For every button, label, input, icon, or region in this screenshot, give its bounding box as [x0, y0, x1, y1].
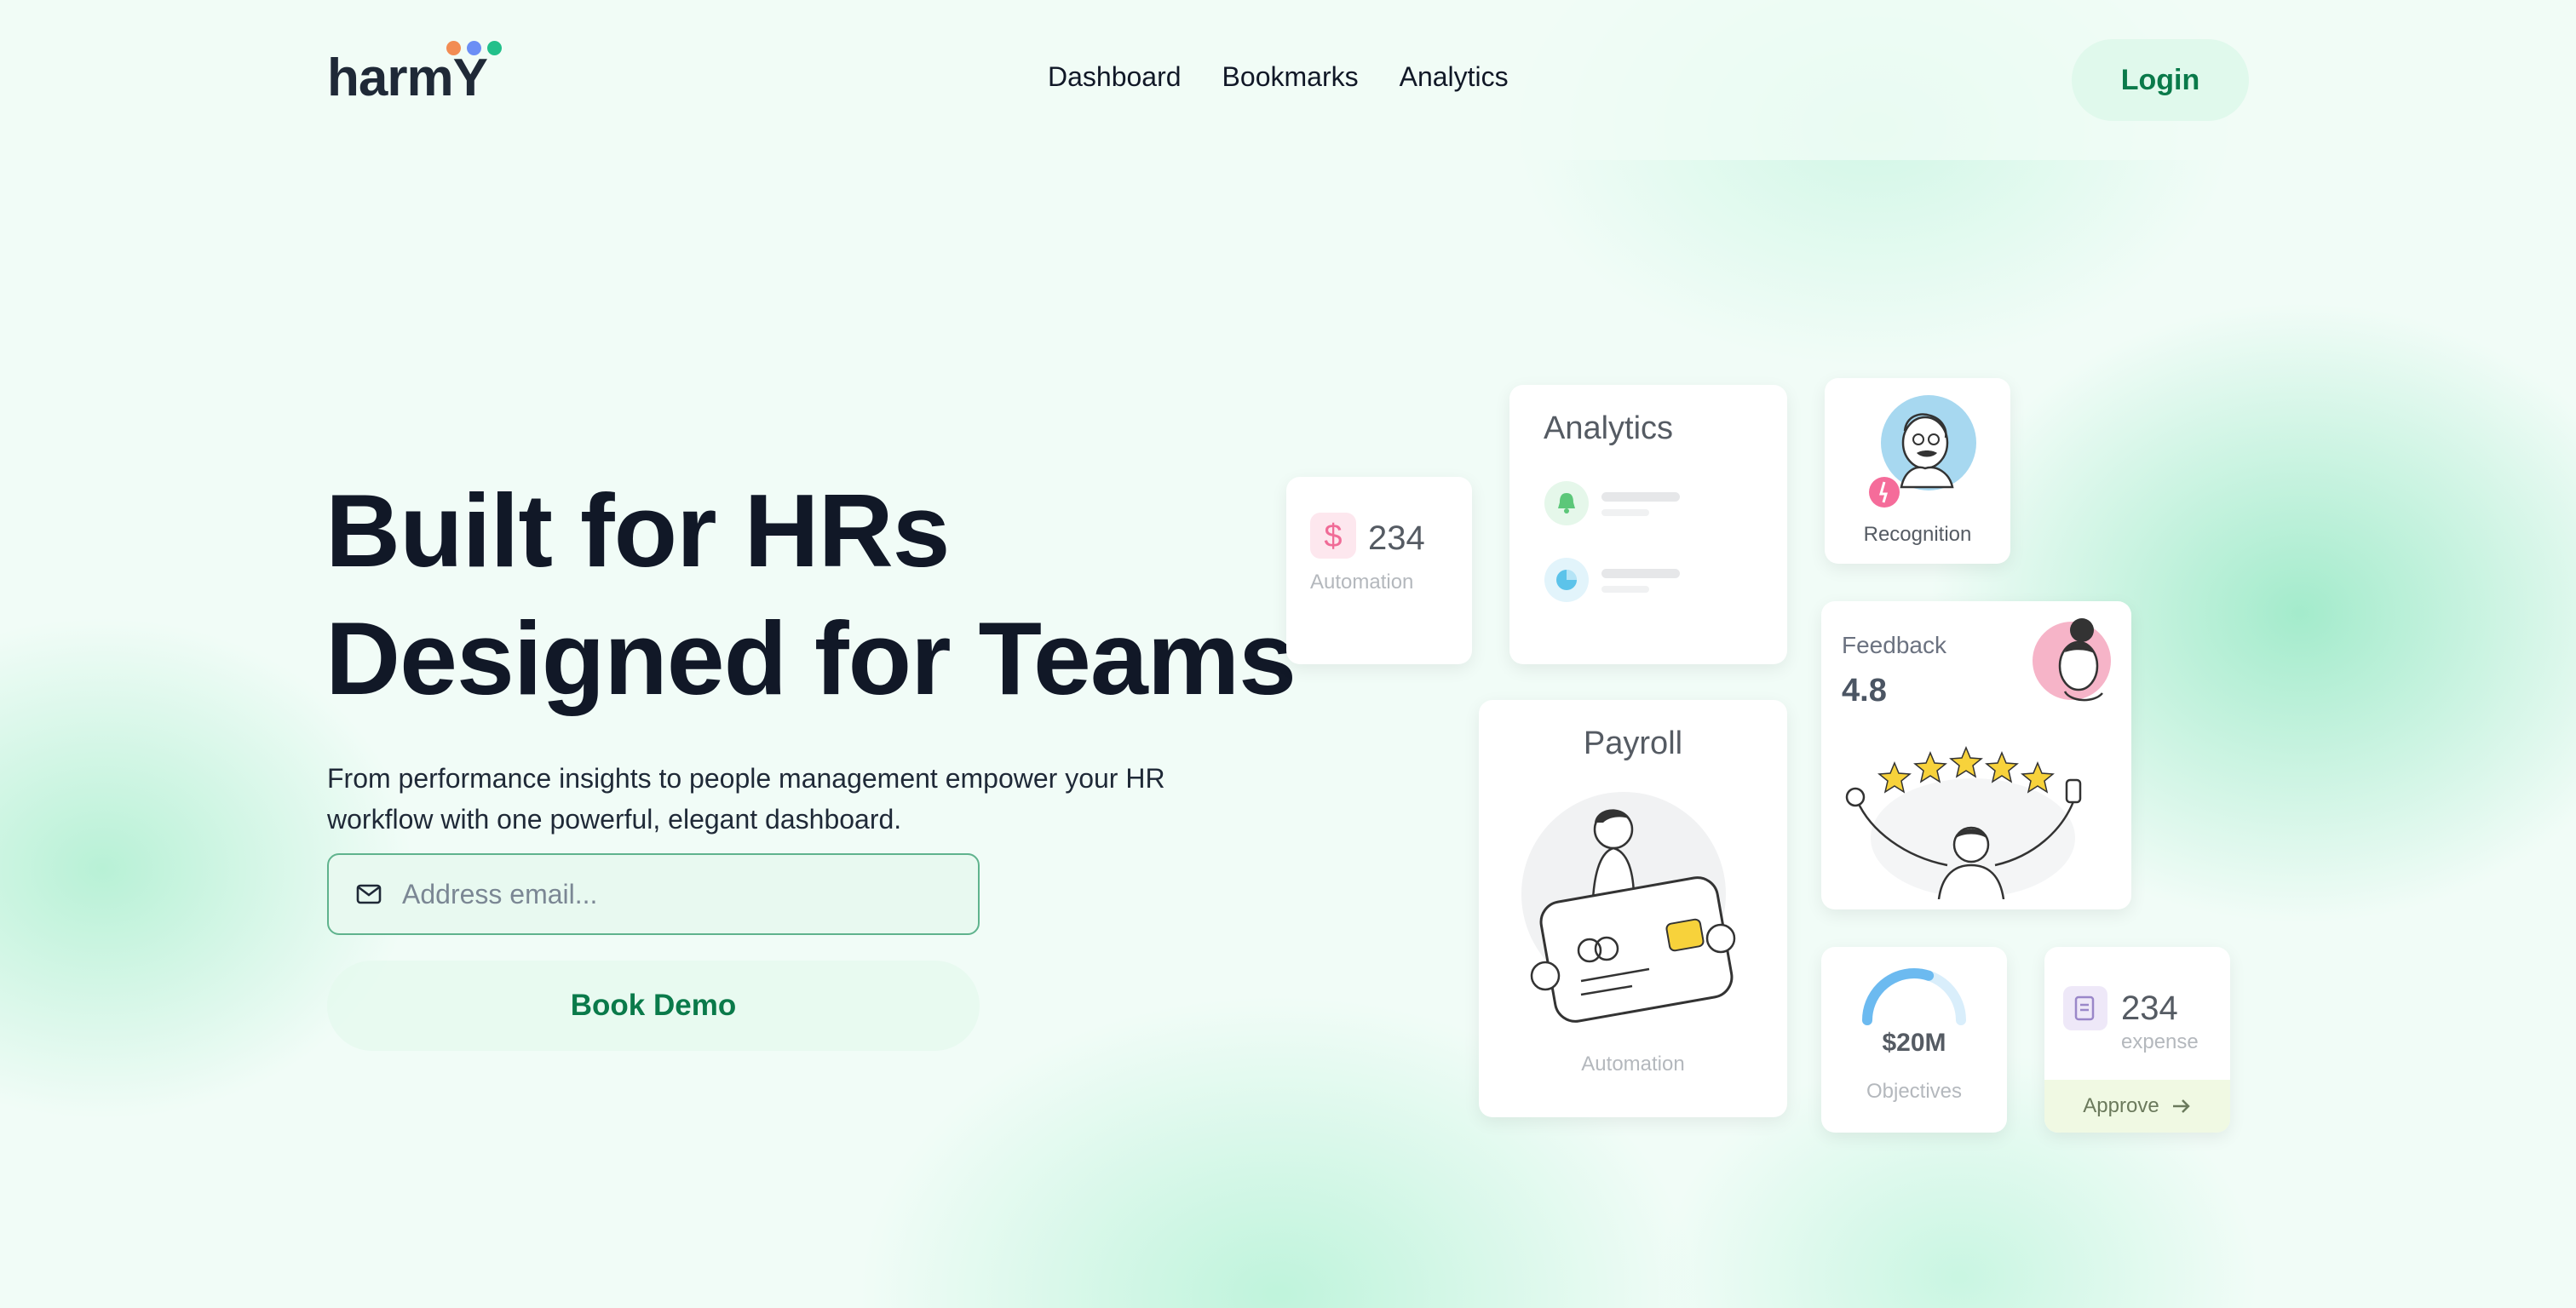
- recognition-illustration: [1869, 395, 1976, 508]
- analytics-line-placeholder: [1601, 492, 1680, 502]
- approve-label: Approve: [2083, 1094, 2159, 1117]
- objectives-card: $20M Objectives: [1821, 947, 2007, 1133]
- analytics-card: Analytics: [1509, 385, 1787, 664]
- arrow-right-icon: [2172, 1099, 2190, 1113]
- receipt-icon: [2063, 986, 2107, 1030]
- email-field-wrapper: [327, 853, 980, 935]
- pie-chart-icon: [1544, 558, 1589, 602]
- harmy-logo[interactable]: harmY: [327, 41, 506, 109]
- expense-label: expense: [2121, 1030, 2199, 1053]
- analytics-line-placeholder: [1601, 569, 1680, 578]
- feedback-title: Feedback: [1842, 632, 1946, 658]
- automation-card: $ 234 Automation: [1286, 477, 1472, 664]
- feedback-score: 4.8: [1842, 673, 1887, 708]
- bell-icon: [1544, 481, 1589, 525]
- logo-text: harmY: [327, 49, 488, 107]
- payroll-label: Automation: [1581, 1053, 1685, 1076]
- feedback-avatar-icon: [2033, 618, 2111, 702]
- hero-title-line-2: Designed for Teams: [325, 600, 1297, 716]
- top-navbar: harmY Dashboard Bookmarks Analytics Logi…: [0, 0, 2576, 160]
- feedback-stars-illustration: [1845, 746, 2082, 899]
- analytics-line-placeholder: [1601, 509, 1649, 516]
- email-field[interactable]: [400, 877, 966, 911]
- hero-title: Built for HRs Designed for Teams: [325, 467, 1297, 722]
- expense-card: 234 expense Approve: [2044, 947, 2230, 1133]
- recognition-card: Recognition: [1825, 378, 2010, 564]
- analytics-line-placeholder: [1601, 586, 1649, 593]
- automation-label: Automation: [1310, 571, 1414, 594]
- payroll-card: Payroll Automation: [1479, 700, 1787, 1117]
- mail-icon: [356, 884, 382, 904]
- feedback-card: Feedback 4.8: [1821, 601, 2131, 909]
- analytics-title: Analytics: [1544, 410, 1674, 446]
- nav-link-dashboard[interactable]: Dashboard: [1048, 61, 1182, 93]
- payroll-illustration: [1521, 792, 1736, 1023]
- dollar-icon: $: [1310, 513, 1356, 559]
- book-demo-button[interactable]: Book Demo: [327, 961, 980, 1051]
- objectives-value: $20M: [1882, 1029, 1946, 1057]
- objectives-progress-gauge: [1862, 968, 1966, 1025]
- nav-link-analytics[interactable]: Analytics: [1400, 61, 1509, 93]
- hero-title-line-1: Built for HRs: [325, 473, 951, 588]
- login-button[interactable]: Login: [2072, 39, 2249, 121]
- nav-links: Dashboard Bookmarks Analytics: [1048, 61, 1509, 93]
- approve-button[interactable]: Approve: [2044, 1080, 2230, 1133]
- nav-link-bookmarks[interactable]: Bookmarks: [1222, 61, 1359, 93]
- hero-subtitle: From performance insights to people mana…: [327, 763, 1165, 835]
- logo-dot-green: [487, 41, 502, 55]
- recognition-label: Recognition: [1863, 523, 1972, 546]
- svg-text:$: $: [1324, 519, 1342, 554]
- payroll-title: Payroll: [1583, 726, 1683, 761]
- expense-value: 234: [2121, 990, 2178, 1027]
- objectives-label: Objectives: [1866, 1080, 1963, 1103]
- automation-value: 234: [1368, 519, 1425, 557]
